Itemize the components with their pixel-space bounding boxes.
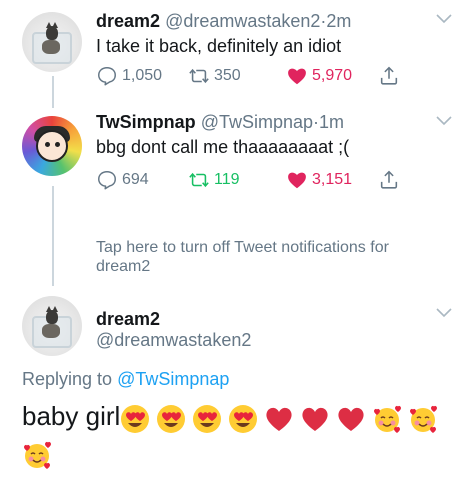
heart-icon: [286, 65, 308, 87]
notification-toggle-link[interactable]: Tap here to turn off Tweet notifications…: [96, 238, 416, 276]
heart-eyes-emoji: [192, 404, 222, 434]
smiling-face-with-hearts-emoji: [408, 404, 438, 434]
reply-button[interactable]: 1,050: [96, 64, 162, 88]
thread-connector: [52, 186, 54, 286]
retweet-count: 350: [214, 67, 241, 84]
red-heart-emoji: [336, 404, 366, 434]
tweet-actions: 694 119 3,151: [96, 168, 416, 192]
like-button[interactable]: 3,151: [286, 168, 352, 192]
tweet-actions: 1,050 350 5,970: [96, 64, 416, 88]
like-count: 5,970: [312, 67, 353, 84]
retweet-button[interactable]: 119: [188, 168, 240, 192]
avatar[interactable]: [22, 116, 82, 176]
share-button[interactable]: [378, 168, 400, 192]
heart-eyes-emoji: [228, 404, 258, 434]
emoji-row: [22, 440, 52, 475]
tweet-header: TwSimpnap @TwSimpnap·1m: [96, 111, 344, 133]
like-button[interactable]: 5,970: [286, 64, 352, 88]
tweet-text: I take it back, definitely an idiot: [96, 36, 342, 56]
emoji-row: [120, 404, 438, 434]
heart-icon: [286, 169, 308, 191]
display-name[interactable]: dream2: [96, 308, 160, 330]
timestamp[interactable]: 2m: [326, 11, 351, 31]
reply-icon: [96, 65, 118, 87]
retweet-count: 119: [214, 171, 240, 188]
smiling-face-with-hearts-emoji: [372, 404, 402, 434]
user-handle[interactable]: @dreamwastaken2: [96, 329, 251, 351]
user-handle[interactable]: @dreamwastaken2: [165, 11, 320, 31]
user-handle[interactable]: @TwSimpnap: [201, 112, 313, 132]
tweet-text: bbg dont call me thaaaaaaaat ;(: [96, 137, 350, 157]
avatar[interactable]: [22, 12, 82, 72]
share-icon: [378, 65, 400, 87]
replying-to: Replying to @TwSimpnap: [22, 368, 229, 390]
tweet-text: baby girl: [22, 401, 121, 431]
red-heart-emoji: [264, 404, 294, 434]
heart-eyes-emoji: [120, 404, 150, 434]
like-count: 3,151: [312, 171, 353, 188]
avatar-eye: [55, 142, 60, 147]
display-name[interactable]: TwSimpnap: [96, 112, 196, 132]
smiling-face-with-hearts-emoji: [22, 440, 52, 470]
replying-to-label: Replying to: [22, 369, 113, 389]
tweet-header: dream2 @dreamwastaken2·2m: [96, 10, 351, 32]
share-button[interactable]: [378, 64, 400, 88]
reply-count: 694: [122, 171, 149, 188]
chevron-down-icon[interactable]: [436, 116, 452, 126]
avatar[interactable]: [22, 296, 82, 356]
reply-count: 1,050: [122, 67, 163, 84]
chevron-down-icon[interactable]: [436, 308, 452, 318]
heart-eyes-emoji: [156, 404, 186, 434]
avatar-face: [36, 130, 68, 162]
thread-connector: [52, 76, 54, 108]
red-heart-emoji: [300, 404, 330, 434]
share-icon: [378, 169, 400, 191]
avatar-cat-head: [46, 22, 58, 40]
display-name[interactable]: dream2: [96, 11, 160, 31]
retweet-button[interactable]: 350: [188, 64, 241, 88]
avatar-cat-body: [42, 40, 60, 54]
reply-icon: [96, 169, 118, 191]
retweet-icon: [188, 65, 210, 87]
replying-to-mention[interactable]: @TwSimpnap: [117, 369, 229, 389]
avatar-cat-body: [42, 324, 60, 338]
avatar-cat-head: [46, 306, 58, 324]
retweet-icon: [188, 169, 210, 191]
timestamp[interactable]: 1m: [319, 112, 344, 132]
chevron-down-icon[interactable]: [436, 14, 452, 24]
avatar-eye: [45, 142, 50, 147]
reply-button[interactable]: 694: [96, 168, 149, 192]
